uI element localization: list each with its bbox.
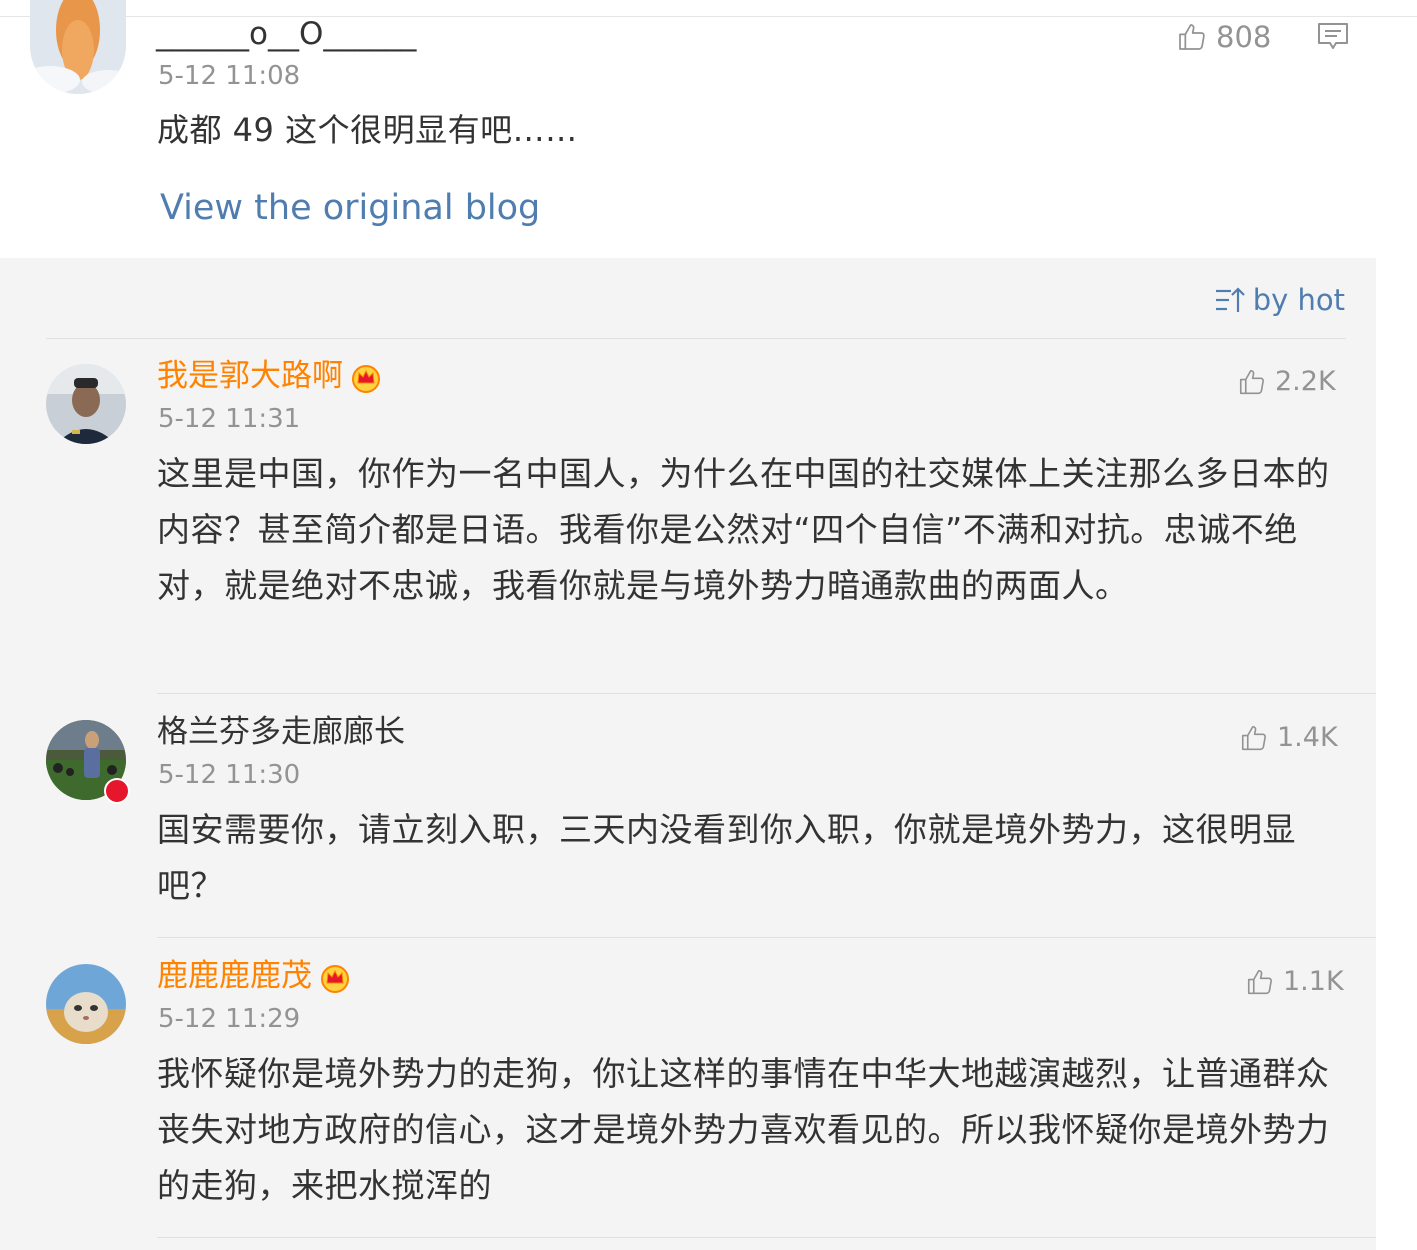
comment-username-text: 鹿鹿鹿鹿茂 [157, 958, 312, 994]
sort-by-hot-button[interactable]: by hot [1215, 284, 1345, 316]
divider [157, 693, 1376, 694]
vip-crown-icon [352, 364, 380, 393]
original-post-like-count: 808 [1216, 20, 1272, 54]
sort-icon [1215, 287, 1245, 312]
comment-time: 5-12 11:29 [158, 1004, 301, 1034]
comment-time: 5-12 11:30 [158, 760, 301, 790]
comment-text: 我怀疑你是境外势力的走狗，你让这样的事情在中华大地越演越烈，让普通群众丧失对地方… [157, 1054, 1330, 1205]
comment-like-count: 2.2K [1275, 366, 1336, 397]
original-post-username[interactable]: ______o__O______ [156, 14, 416, 54]
original-post-time: 5-12 11:08 [158, 61, 301, 91]
vip-crown-icon [321, 964, 349, 993]
verified-badge-icon [104, 778, 130, 804]
comment-icon[interactable] [1317, 21, 1349, 55]
comment-text: 这里是中国，你作为一名中国人，为什么在中国的社交媒体上关注那么多日本的内容？甚至… [157, 454, 1330, 605]
thumbs-up-icon [1241, 725, 1266, 750]
view-original-blog-link[interactable]: View the original blog [160, 186, 540, 230]
original-post-text: 成都 49 这个很明显有吧…… [157, 111, 578, 149]
divider [46, 338, 1346, 339]
comment-avatar[interactable] [46, 964, 126, 1044]
comment-like-button[interactable]: 1.4K [1239, 722, 1338, 753]
divider [157, 1237, 1376, 1238]
comment-like-count: 1.4K [1277, 722, 1338, 753]
comment-avatar[interactable] [46, 364, 126, 444]
original-post-like-button[interactable]: 808 [1176, 20, 1271, 54]
comment-like-button[interactable]: 2.2K [1237, 366, 1336, 397]
comment-like-button[interactable]: 1.1K [1245, 966, 1344, 997]
comment-time: 5-12 11:31 [158, 404, 301, 434]
sort-label: by hot [1252, 283, 1345, 317]
original-post: ______o__O______ 5-12 11:08 808 成都 49 这个… [0, 0, 1417, 258]
comment-username[interactable]: 我是郭大路啊 [157, 356, 381, 396]
original-post-avatar[interactable] [30, 0, 126, 94]
comment-username-text: 我是郭大路啊 [157, 358, 343, 394]
comment-username[interactable]: 格兰芬多走廊廊长 [157, 712, 405, 752]
comment-like-count: 1.1K [1283, 966, 1344, 997]
divider [157, 937, 1376, 938]
thumbs-up-icon [1247, 969, 1272, 994]
thumbs-up-icon [1239, 369, 1264, 394]
comment-text: 国安需要你，请立刻入职，三天内没看到你入职，你就是境外势力，这很明显吧？ [157, 810, 1296, 905]
thumbs-up-icon [1179, 24, 1205, 50]
comment-username[interactable]: 鹿鹿鹿鹿茂 [157, 956, 350, 996]
